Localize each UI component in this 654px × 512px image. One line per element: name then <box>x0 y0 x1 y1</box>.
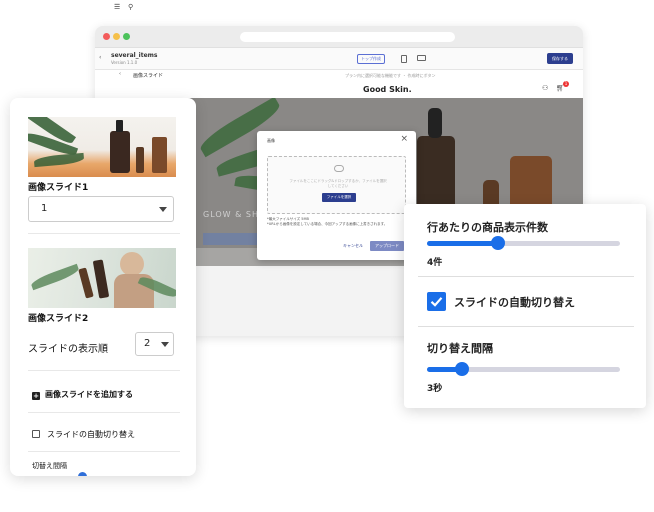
items-per-row-label: 行あたりの商品表示件数 <box>427 221 548 234</box>
chevron-down-icon <box>161 342 169 347</box>
save-button[interactable]: 保存する <box>547 53 573 64</box>
select-file-button[interactable]: ファイルを選択 <box>322 193 356 202</box>
file-dropzone[interactable]: ファイルをここにドラッグ&ドロップするか、ファイルを選択してください ファイルを… <box>267 156 406 214</box>
interval-value: 3秒 <box>427 384 443 394</box>
hero-cta-button[interactable] <box>203 233 257 245</box>
pump-image <box>116 120 123 132</box>
close-window-dot[interactable] <box>103 33 110 40</box>
preview-button[interactable]: トップ作成 <box>357 54 385 64</box>
bottle-image <box>92 259 110 299</box>
upload-button[interactable]: アップロード <box>370 241 404 251</box>
modal-note: *最大ファイルサイズ 5MB *URLから画像を設定している場合、今回アップする… <box>267 217 387 227</box>
slide2-thumbnail[interactable] <box>28 248 176 308</box>
slider-thumb[interactable] <box>491 236 506 250</box>
slide1-select[interactable]: 1 <box>28 196 174 222</box>
note-line: *URLから画像を設定している場合、今回アップする画像に上書きされます。 <box>267 222 388 226</box>
modal-title: 画像 <box>267 138 275 143</box>
items-per-row-slider[interactable] <box>427 236 620 250</box>
model-face-image <box>120 252 144 276</box>
site-logo[interactable]: Good Skin. <box>363 85 412 94</box>
dropzone-text: ファイルをここにドラッグ&ドロップするか、ファイルを選択してください <box>289 179 387 188</box>
dropper-bottle-image <box>136 147 144 173</box>
mobile-view-icon[interactable] <box>401 55 407 63</box>
back-arrow-icon[interactable]: ‹ <box>99 54 101 61</box>
auto-switch-label: スライドの自動切り替え <box>47 430 135 439</box>
slide-order-label: スライドの表示順 <box>28 344 108 355</box>
auto-switch-row[interactable]: スライドの自動切り替え <box>32 429 135 440</box>
editor-toolbar: ‹ several_items Version 1.1.0 トップ作成 保存する <box>95 48 583 70</box>
editor-subbar: ‹ 画像スライド プラン内に選択可能な機能です ・ 作成時にボタン <box>95 70 583 82</box>
announcement: プラン内に選択可能な機能です ・ 作成時にボタン <box>345 73 436 78</box>
right-settings-panel: 行あたりの商品表示件数 4件 スライドの自動切り替え 切り替え間隔 3秒 <box>404 204 646 408</box>
section-label: 画像スライド <box>133 73 164 79</box>
slider-fill <box>427 241 499 246</box>
interval-slider-thumb[interactable] <box>78 472 87 476</box>
editor-title: several_items <box>111 52 158 59</box>
pump-image <box>428 108 442 138</box>
slide-order-value: 2 <box>144 338 151 349</box>
divider <box>28 233 180 234</box>
slide1-thumbnail[interactable] <box>28 117 176 177</box>
user-icon[interactable]: ⚇ <box>542 84 548 92</box>
collapse-icon[interactable]: ‹ <box>119 71 121 77</box>
slide2-label: 画像スライド2 <box>28 314 89 324</box>
bottle-image <box>78 267 94 299</box>
minimize-window-dot[interactable] <box>113 33 120 40</box>
search-icon[interactable]: ⚲ <box>128 3 133 11</box>
slide-order-select[interactable]: 2 <box>135 332 174 356</box>
checkmark-icon <box>430 297 443 307</box>
desktop-view-icon[interactable] <box>417 55 426 61</box>
editor-version: Version 1.1.0 <box>111 60 138 65</box>
cloud-upload-icon <box>334 165 344 172</box>
upload-modal: 画像 × ファイルをここにドラッグ&ドロップするか、ファイルを選択してください … <box>257 131 416 260</box>
bottle-image <box>110 131 130 173</box>
hamburger-menu-icon[interactable]: ☰ <box>114 3 120 11</box>
leaf-decoration <box>29 263 81 291</box>
interval-label: 切り替え間隔 <box>427 342 493 355</box>
divider <box>418 276 634 277</box>
jar-image <box>152 137 167 173</box>
divider <box>28 370 180 371</box>
slider-thumb[interactable] <box>454 362 469 376</box>
slide1-label: 画像スライド1 <box>28 183 89 193</box>
site-header <box>95 82 583 98</box>
divider <box>28 412 180 413</box>
chevron-down-icon <box>159 207 167 212</box>
auto-switch-label: スライドの自動切り替え <box>454 296 575 309</box>
auto-switch-checkbox[interactable] <box>427 292 446 311</box>
divider <box>418 326 634 327</box>
auto-switch-checkbox[interactable] <box>32 430 40 438</box>
maximize-window-dot[interactable] <box>123 33 130 40</box>
address-bar[interactable] <box>240 32 455 42</box>
stage: ‹ several_items Version 1.1.0 トップ作成 保存する… <box>0 0 654 512</box>
cart-badge: 1 <box>563 81 569 87</box>
cancel-button[interactable]: キャンセル <box>343 243 363 249</box>
plus-icon: + <box>32 392 40 400</box>
left-settings-panel: 画像スライド1 1 画像スライド2 スライドの表示順 2 + 画像スライドを追加す… <box>10 98 196 476</box>
items-per-row-value: 4件 <box>427 258 443 268</box>
add-slide-label: 画像スライドを追加する <box>45 390 133 399</box>
interval-label: 切替え間隔 <box>32 462 67 470</box>
leaf-decoration <box>33 152 85 168</box>
close-icon[interactable]: × <box>400 134 408 144</box>
divider <box>28 451 180 452</box>
browser-titlebar <box>95 26 583 48</box>
add-slide-button[interactable]: + 画像スライドを追加する <box>32 389 133 400</box>
interval-slider[interactable] <box>427 362 620 376</box>
slide1-select-value: 1 <box>41 203 48 214</box>
